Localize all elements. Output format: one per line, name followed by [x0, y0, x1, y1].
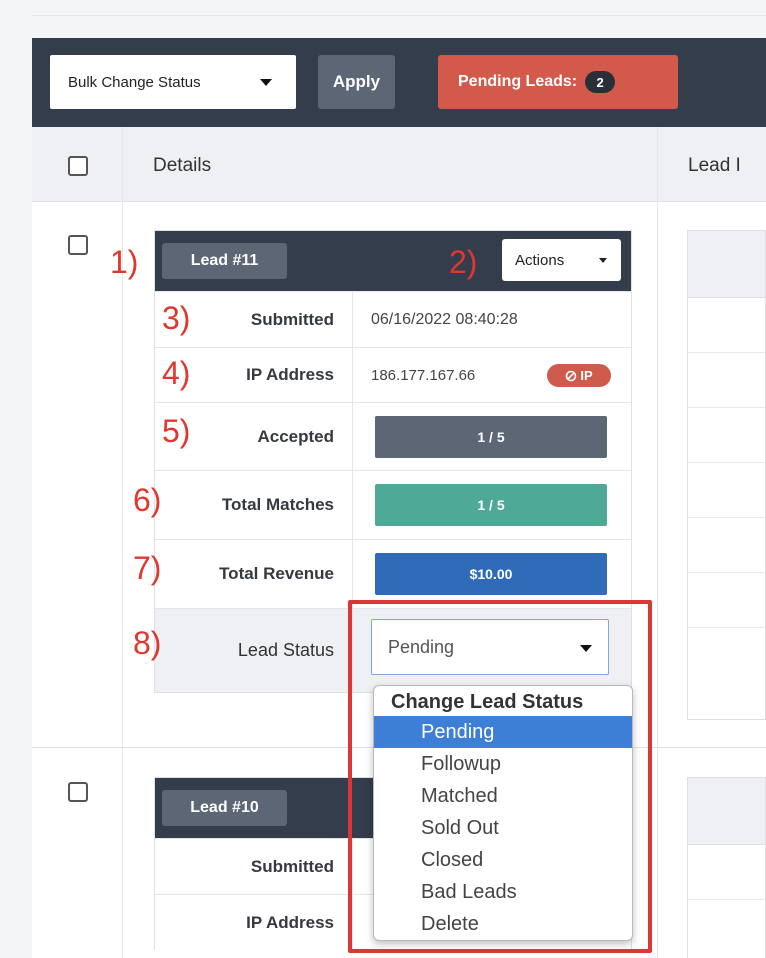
pending-leads-button[interactable]: Pending Leads: 2 [438, 55, 678, 109]
column-header-details: Details [153, 155, 212, 176]
select-all-checkbox[interactable] [68, 156, 88, 176]
annotation-number-7: 7) [133, 550, 162, 586]
total-revenue-label: Total Revenue [155, 540, 353, 608]
annotation-number-1: 1) [110, 244, 139, 280]
annotation-number-6: 6) [133, 482, 162, 518]
annotation-number-2: 2) [449, 244, 478, 280]
accepted-row: Accepted 1 / 5 [155, 402, 631, 470]
total-revenue-bar: $10.00 [375, 553, 607, 595]
column-header-lead: Lead I [688, 155, 741, 176]
top-strip [32, 0, 766, 16]
actions-dropdown-button[interactable]: Actions [502, 239, 621, 281]
block-icon [566, 370, 577, 381]
annotation-highlight-box [348, 600, 652, 953]
lead-number-badge: Lead #11 [162, 243, 287, 279]
row-checkbox-lead-10[interactable] [68, 782, 88, 802]
row-checkbox-lead-11[interactable] [68, 235, 88, 255]
lead-number-badge: Lead #10 [162, 790, 287, 826]
column-divider [657, 127, 658, 958]
table-header [32, 127, 766, 202]
total-matches-cell: 1 / 5 [353, 471, 631, 539]
caret-down-icon [599, 258, 607, 263]
lead-card-header: Lead #11 Actions [155, 231, 631, 291]
ip-address-cell: 186.177.167.66 IP [353, 348, 631, 402]
bulk-select-value: Bulk Change Status [68, 73, 201, 91]
caret-down-icon [260, 79, 272, 86]
accepted-bar: 1 / 5 [375, 415, 607, 458]
ip-address-row: IP Address 186.177.167.66 IP [155, 347, 631, 402]
total-revenue-row: Total Revenue $10.00 [155, 539, 631, 608]
total-matches-row: Total Matches 1 / 5 [155, 470, 631, 539]
lead-info-card-10 [687, 777, 766, 958]
total-revenue-cell: $10.00 [353, 540, 631, 608]
pending-leads-label: Pending Leads: [458, 73, 578, 90]
block-ip-label: IP [580, 368, 593, 383]
ip-address-value: 186.177.167.66 [371, 366, 476, 384]
annotation-number-8: 8) [133, 625, 162, 661]
bulk-change-status-select[interactable]: Bulk Change Status [50, 55, 296, 109]
lead-info-card-11 [687, 230, 766, 720]
annotation-number-5: 5) [162, 413, 191, 449]
total-matches-label: Total Matches [155, 471, 353, 539]
total-matches-bar: 1 / 5 [375, 484, 607, 526]
lead-status-label: Lead Status [155, 609, 353, 692]
apply-button[interactable]: Apply [318, 55, 395, 109]
submitted-row: Submitted 06/16/2022 08:40:28 [155, 291, 631, 347]
ip-address-label: IP Address [155, 895, 353, 950]
pending-count-badge: 2 [585, 71, 616, 93]
block-ip-button[interactable]: IP [547, 364, 611, 387]
annotation-number-3: 3) [162, 300, 191, 336]
annotation-number-4: 4) [162, 355, 191, 391]
submitted-label: Submitted [155, 839, 353, 894]
bulk-toolbar: Bulk Change Status Apply Pending Leads: … [32, 38, 766, 127]
submitted-value: 06/16/2022 08:40:28 [371, 310, 518, 328]
accepted-cell: 1 / 5 [353, 403, 631, 470]
actions-label: Actions [515, 251, 565, 269]
